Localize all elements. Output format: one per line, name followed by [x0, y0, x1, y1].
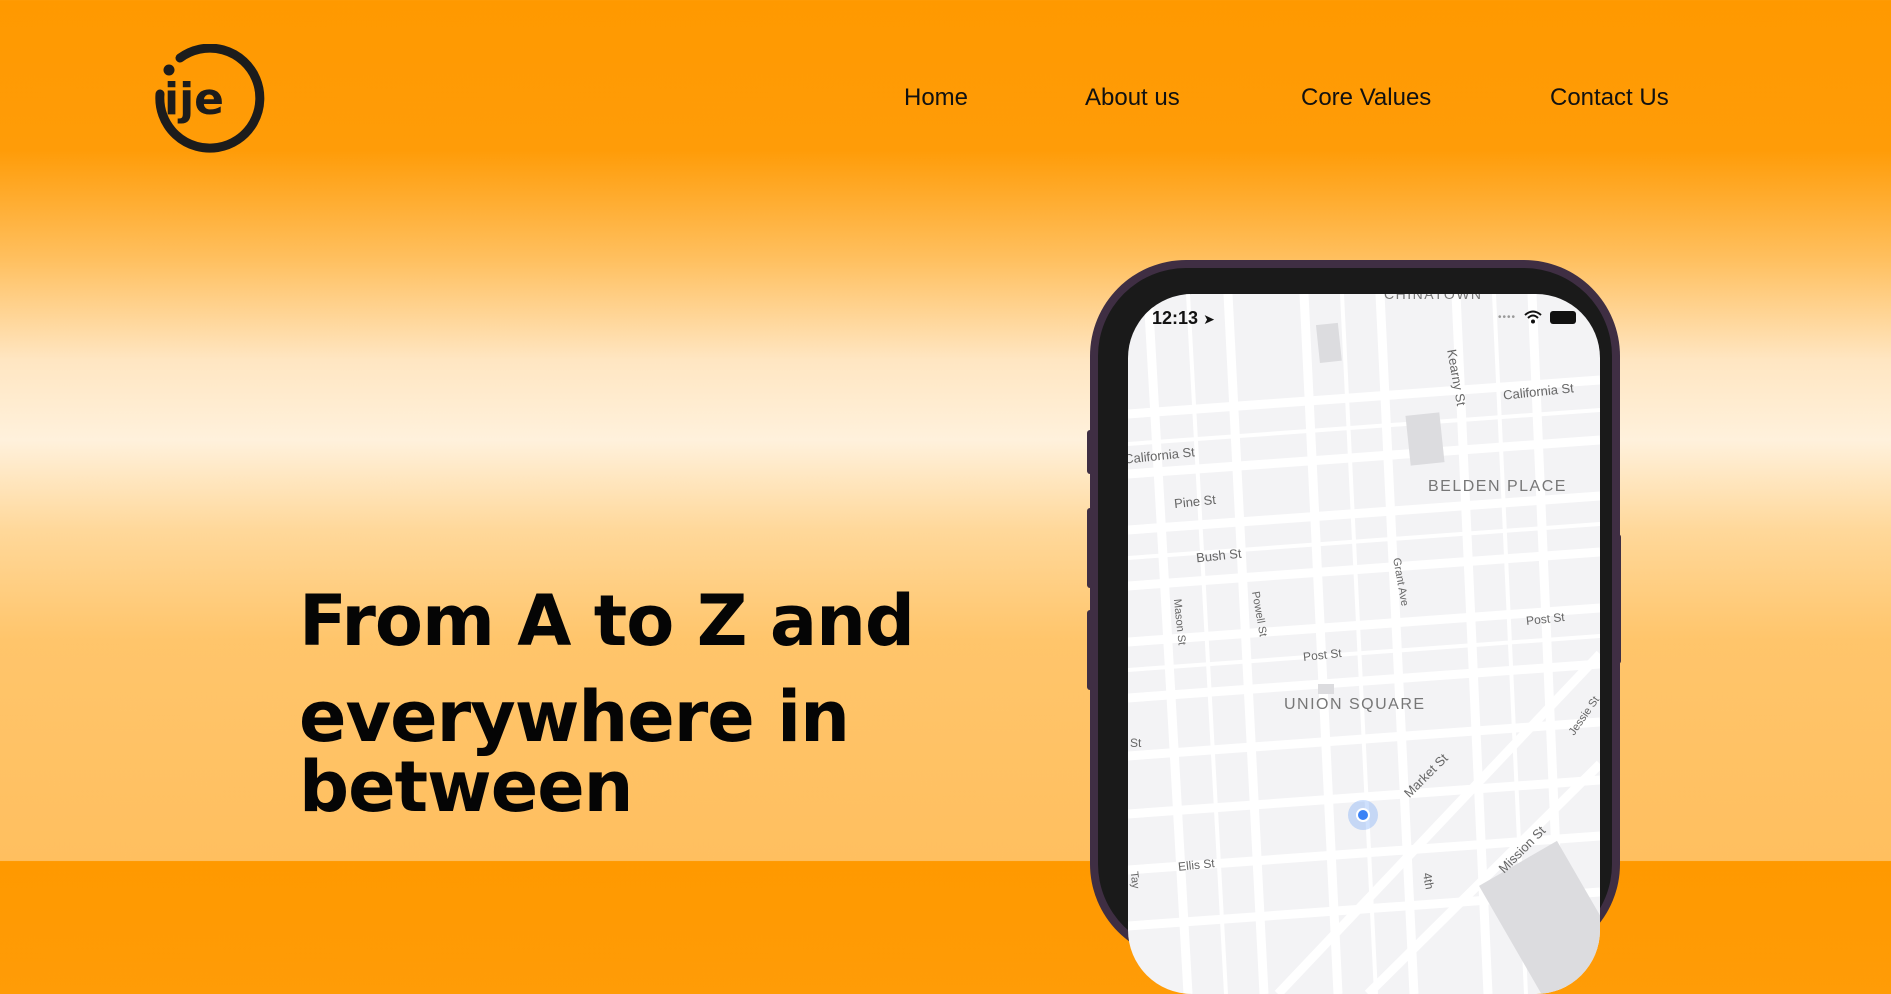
map-label-chinatown: CHINATOWN [1384, 294, 1483, 302]
phone-screen-map[interactable]: 12:13 ➤ •••• CHINATOWN Kearny St Califor… [1128, 294, 1600, 994]
cellular-signal-icon: •••• [1497, 311, 1516, 323]
nav-core-values[interactable]: Core Values [1301, 84, 1431, 112]
map-label-belden-place: BELDEN PLACE [1428, 478, 1567, 495]
phone-bezel: 12:13 ➤ •••• CHINATOWN Kearny St Califor… [1098, 268, 1612, 994]
current-location-dot [1356, 808, 1370, 822]
logo-text: ije [164, 74, 224, 125]
hero-line-1: From A to Z and [299, 580, 915, 662]
status-time: 12:13 ➤ [1152, 308, 1215, 328]
status-icons: •••• [1498, 310, 1576, 324]
nav-contact-us[interactable]: Contact Us [1550, 84, 1669, 112]
map-label-fourth: 4th [1420, 871, 1437, 891]
wifi-icon [1524, 310, 1542, 324]
map-label-st-left: St [1130, 736, 1142, 750]
location-arrow-icon: ➤ [1203, 311, 1215, 327]
battery-icon [1550, 310, 1576, 324]
brand-logo[interactable]: ije [150, 43, 268, 156]
map-label-union-square: UNION SQUARE [1284, 696, 1426, 713]
nav-about-us[interactable]: About us [1085, 84, 1180, 112]
phone-mockup: 12:13 ➤ •••• CHINATOWN Kearny St Califor… [1090, 260, 1620, 994]
hero-line-3: between [299, 746, 633, 828]
nav-home[interactable]: Home [904, 84, 968, 112]
map-label-taylor: Tay [1128, 870, 1142, 890]
